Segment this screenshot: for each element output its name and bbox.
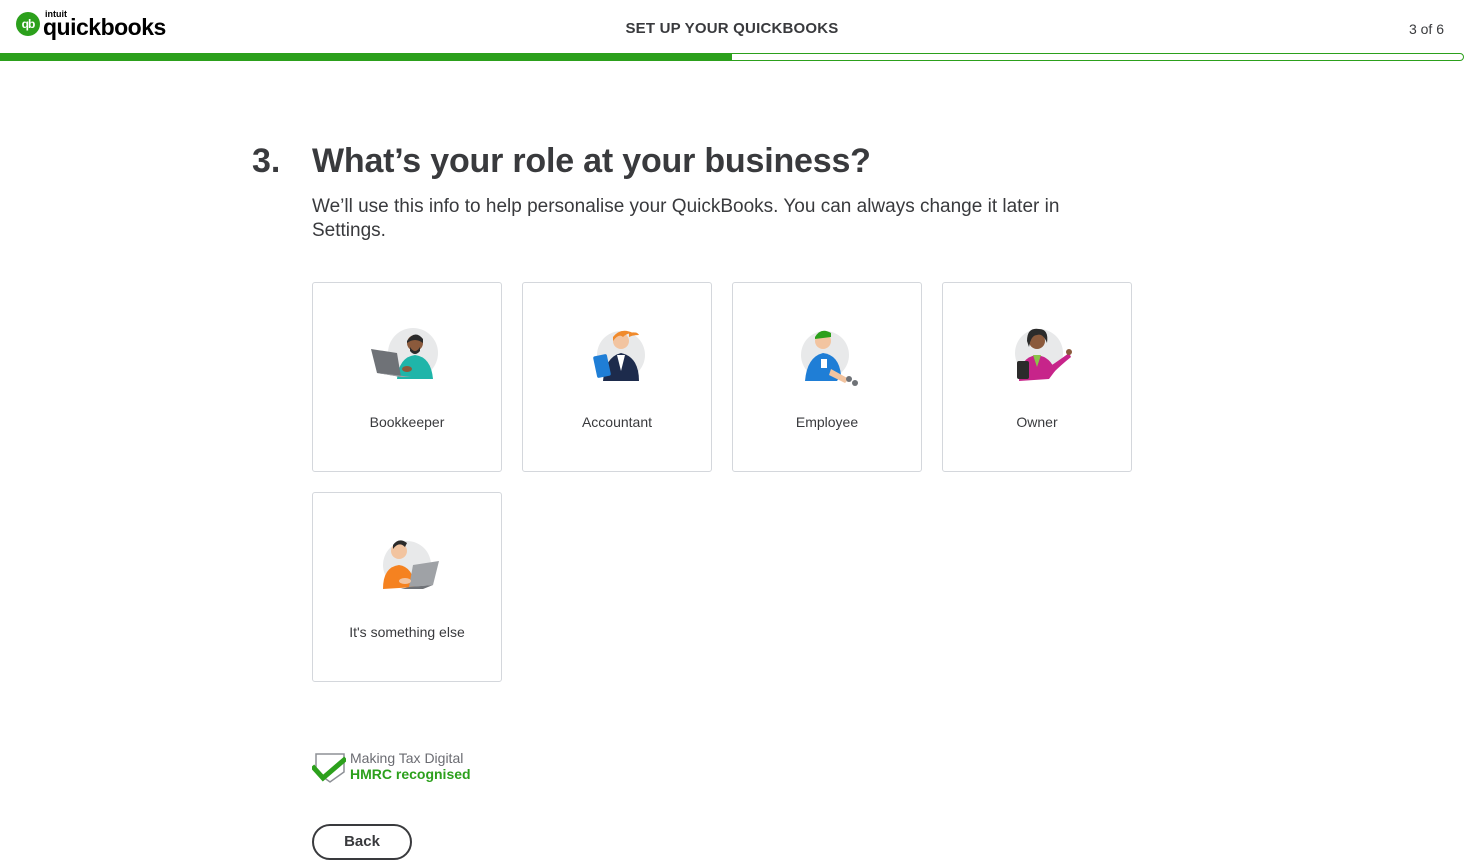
role-label-employee: Employee (795, 414, 859, 430)
hmrc-check-icon (312, 753, 346, 783)
role-card-bookkeeper[interactable]: Bookkeeper (312, 282, 502, 472)
role-card-employee[interactable]: Employee (732, 282, 922, 472)
setup-title: SET UP YOUR QUICKBOOKS (625, 20, 839, 37)
role-card-owner[interactable]: Owner (942, 282, 1132, 472)
page-subtitle: We’ll use this info to help personalise … (312, 196, 1060, 241)
owner-illustration-icon (1015, 328, 1072, 381)
mtd-badge: Making Tax Digital HMRC recognised (312, 750, 471, 784)
role-card-something-else[interactable]: It's something else (312, 492, 502, 682)
role-label-something-else: It's something else (349, 624, 465, 640)
role-label-owner: Owner (1016, 414, 1058, 430)
mtd-text: Making Tax Digital HMRC recognised (350, 750, 471, 782)
back-button[interactable]: Back (312, 824, 412, 860)
role-card-accountant[interactable]: Accountant (522, 282, 712, 472)
mtd-label: Making Tax Digital (350, 750, 464, 766)
progress-bar (0, 53, 1464, 61)
question-number: 3. (252, 142, 281, 180)
employee-illustration-icon (801, 330, 858, 386)
bookkeeper-illustration-icon (371, 328, 438, 379)
role-label-accountant: Accountant (581, 414, 653, 430)
page-title: What’s your role at your business? (312, 142, 871, 180)
hmrc-recognised-label: HMRC recognised (350, 766, 471, 782)
step-counter: 3 of 6 (1408, 21, 1444, 37)
top-header: qb intuit quickbooks SET UP YOUR QUICKBO… (0, 0, 1464, 54)
accountant-illustration-icon (593, 330, 645, 381)
role-label-bookkeeper: Bookkeeper (369, 414, 445, 430)
progress-bar-fill (1, 54, 732, 60)
something-else-illustration-icon (383, 540, 439, 589)
